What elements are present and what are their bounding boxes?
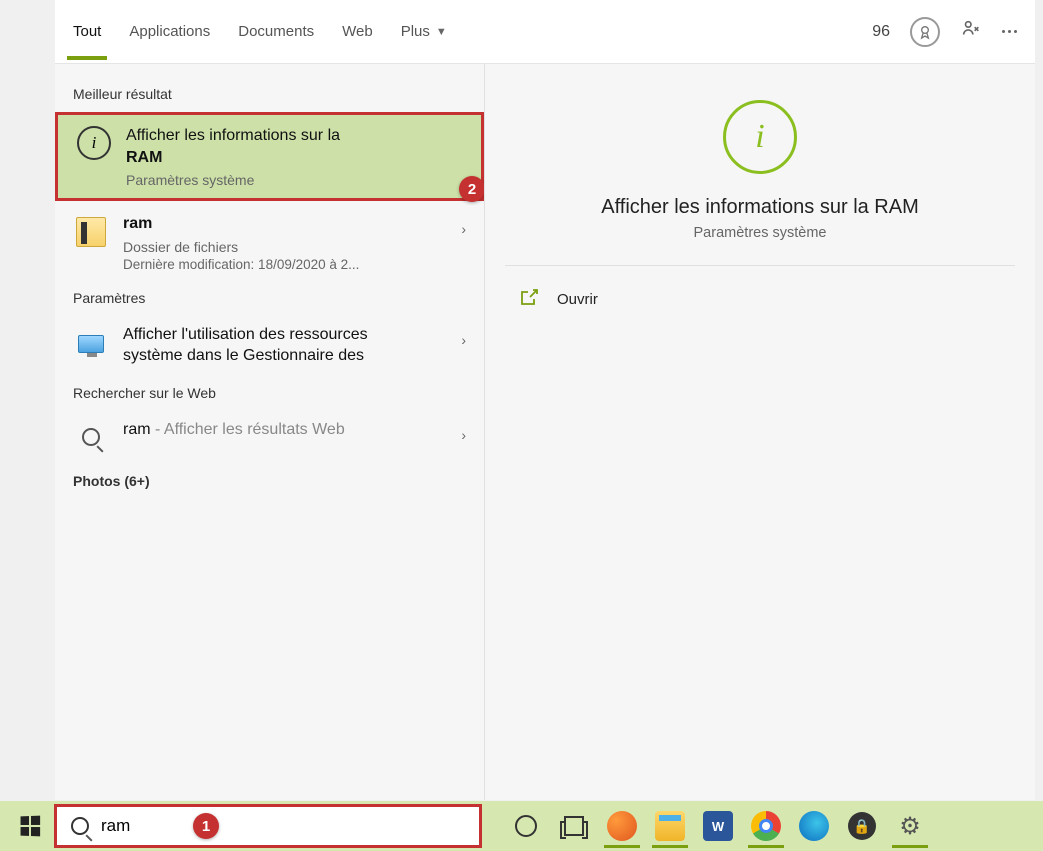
search-header: Tout Applications Documents Web Plus ▼ 9… bbox=[55, 0, 1035, 64]
search-icon bbox=[73, 419, 109, 455]
detail-pane: i Afficher les informations sur la RAM P… bbox=[485, 64, 1035, 800]
taskbar-search-box[interactable]: 1 bbox=[54, 804, 482, 848]
windows-logo-icon bbox=[21, 816, 41, 837]
firefox-taskbar-icon[interactable] bbox=[598, 804, 646, 848]
open-icon bbox=[519, 288, 539, 311]
chrome-icon bbox=[751, 811, 781, 841]
search-body: Meilleur résultat i Afficher les informa… bbox=[55, 64, 1035, 800]
settings-heading: Paramètres bbox=[55, 282, 484, 314]
edge-icon bbox=[799, 811, 829, 841]
info-icon-large: i bbox=[723, 100, 797, 174]
more-options-icon[interactable] bbox=[1002, 30, 1017, 33]
tab-documents[interactable]: Documents bbox=[238, 3, 314, 60]
folder-icon bbox=[73, 213, 109, 249]
windows-search-panel: Tout Applications Documents Web Plus ▼ 9… bbox=[55, 0, 1035, 800]
detail-title: Afficher les informations sur la RAM bbox=[505, 196, 1015, 219]
best-title-line2: RAM bbox=[126, 149, 162, 166]
detail-card: i Afficher les informations sur la RAM P… bbox=[505, 94, 1015, 266]
best-result-text: Afficher les informations sur la RAM Par… bbox=[126, 125, 463, 188]
folder-result-item[interactable]: ram Dossier de fichiers Dernière modific… bbox=[55, 203, 484, 282]
task-view-icon bbox=[564, 816, 584, 836]
rewards-score: 96 bbox=[872, 23, 890, 41]
cortana-button[interactable] bbox=[502, 804, 550, 848]
monitor-icon bbox=[73, 324, 109, 360]
chrome-taskbar-icon[interactable] bbox=[742, 804, 790, 848]
taskmgr-line2: système dans le Gestionnaire des bbox=[123, 347, 364, 364]
best-result-subtitle: Paramètres système bbox=[126, 172, 463, 188]
chevron-right-icon[interactable]: › bbox=[461, 427, 466, 443]
chevron-down-icon: ▼ bbox=[436, 26, 447, 38]
feedback-icon[interactable] bbox=[960, 18, 982, 45]
taskmanager-result-item[interactable]: Afficher l'utilisation des ressources sy… bbox=[55, 314, 484, 377]
word-icon: W bbox=[703, 811, 733, 841]
photos-heading[interactable]: Photos (6+) bbox=[55, 465, 484, 497]
folder-subtitle: Dossier de fichiers bbox=[123, 239, 447, 255]
word-taskbar-icon[interactable]: W bbox=[694, 804, 742, 848]
start-button[interactable] bbox=[6, 804, 54, 848]
best-title-line1: Afficher les informations sur la bbox=[126, 127, 340, 144]
tab-more-label: Plus bbox=[401, 23, 430, 40]
taskmgr-line1: Afficher l'utilisation des ressources bbox=[123, 326, 368, 343]
annotation-2: 2 bbox=[459, 176, 485, 202]
annotation-1: 1 bbox=[193, 813, 219, 839]
edge-taskbar-icon[interactable] bbox=[790, 804, 838, 848]
tab-more[interactable]: Plus ▼ bbox=[401, 3, 447, 60]
folder-icon bbox=[655, 811, 685, 841]
open-action[interactable]: Ouvrir bbox=[505, 266, 1015, 333]
tab-apps[interactable]: Applications bbox=[129, 3, 210, 60]
privacy-taskbar-icon[interactable]: 🔒 bbox=[838, 804, 886, 848]
folder-meta: Dernière modification: 18/09/2020 à 2... bbox=[123, 257, 447, 272]
open-label: Ouvrir bbox=[557, 291, 598, 308]
taskbar-search-input[interactable] bbox=[101, 816, 465, 836]
detail-subtitle: Paramètres système bbox=[505, 225, 1015, 241]
tab-web[interactable]: Web bbox=[342, 3, 373, 60]
header-right: 96 bbox=[872, 17, 1017, 47]
results-pane: Meilleur résultat i Afficher les informa… bbox=[55, 64, 485, 800]
web-heading: Rechercher sur le Web bbox=[55, 377, 484, 409]
search-tabs: Tout Applications Documents Web Plus ▼ bbox=[73, 3, 872, 60]
rewards-badge-icon[interactable] bbox=[910, 17, 940, 47]
search-icon bbox=[71, 817, 89, 835]
gear-icon: ⚙ bbox=[899, 812, 921, 841]
chevron-right-icon[interactable]: › bbox=[461, 332, 466, 348]
taskbar: 1 W 🔒 ⚙ bbox=[0, 801, 1043, 851]
info-icon: i bbox=[76, 125, 112, 161]
web-suffix: - Afficher les résultats Web bbox=[151, 421, 345, 438]
best-result-heading: Meilleur résultat bbox=[55, 78, 484, 110]
circle-icon bbox=[515, 815, 537, 837]
explorer-taskbar-icon[interactable] bbox=[646, 804, 694, 848]
task-view-button[interactable] bbox=[550, 804, 598, 848]
web-query: ram bbox=[123, 421, 151, 438]
lock-icon: 🔒 bbox=[848, 812, 876, 840]
web-result-item[interactable]: ram - Afficher les résultats Web › bbox=[55, 409, 484, 465]
firefox-icon bbox=[607, 811, 637, 841]
tab-all[interactable]: Tout bbox=[73, 3, 101, 60]
chevron-right-icon[interactable]: › bbox=[461, 221, 466, 237]
best-result-item[interactable]: i Afficher les informations sur la RAM P… bbox=[55, 112, 484, 201]
folder-title: ram bbox=[123, 213, 447, 235]
settings-taskbar-icon[interactable]: ⚙ bbox=[886, 804, 934, 848]
